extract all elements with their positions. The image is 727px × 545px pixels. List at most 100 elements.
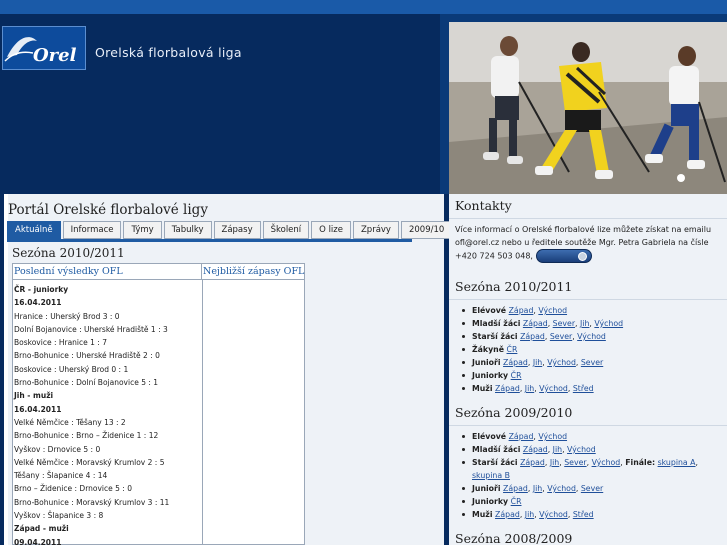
- region-link[interactable]: Sever: [553, 319, 575, 328]
- region-link[interactable]: Východ: [567, 445, 596, 454]
- contact-text: Více informací o Orelské florbalové lize…: [455, 223, 725, 263]
- category-item: Juniorky ČR: [462, 495, 724, 508]
- region-link[interactable]: Východ: [592, 458, 621, 467]
- category-item: Elévové Západ, Východ: [462, 304, 724, 317]
- region-link[interactable]: Střed: [573, 510, 594, 519]
- region-link[interactable]: Západ: [495, 384, 520, 393]
- region-link[interactable]: Jih: [580, 319, 589, 328]
- region-link[interactable]: Jih: [525, 510, 534, 519]
- region-link[interactable]: Sever: [581, 358, 603, 367]
- category-label: Muži: [472, 384, 493, 393]
- region-link[interactable]: Západ: [503, 484, 528, 493]
- region-link[interactable]: Západ: [520, 332, 545, 341]
- tab-tymy[interactable]: Týmy: [123, 221, 162, 239]
- email-button[interactable]: [535, 249, 592, 263]
- results-list: ČR - juniorky 16.04.2011 Hranice : Uhers…: [14, 283, 201, 545]
- page-title: Portál Orelské florbalové ligy: [8, 202, 208, 218]
- region-link[interactable]: Východ: [594, 319, 623, 328]
- region-link[interactable]: Jih: [550, 458, 559, 467]
- tab-zpravy[interactable]: Zprávy: [352, 221, 399, 239]
- region-link[interactable]: Sever: [581, 484, 603, 493]
- category-label: Žákyně: [472, 345, 505, 354]
- region-link[interactable]: Západ: [523, 319, 548, 328]
- category-label: Starší žáci: [472, 458, 518, 467]
- category-item: Muži Západ, Jih, Východ, Střed: [462, 382, 724, 395]
- region-link[interactable]: Sever: [564, 458, 586, 467]
- final-label: Finále:: [625, 458, 656, 467]
- region-link[interactable]: Jih: [533, 358, 542, 367]
- category-item: Juniorky ČR: [462, 369, 724, 382]
- category-label: Juniorky: [472, 371, 509, 380]
- floorball-photo: [449, 22, 727, 194]
- region-link[interactable]: Sever: [550, 332, 572, 341]
- result-row: Boskovice : Uherský Brod 0 : 1: [14, 364, 129, 374]
- recent-results-header[interactable]: Poslední výsledky OFL: [13, 264, 202, 280]
- region-link[interactable]: Východ: [577, 332, 606, 341]
- nav-tabs: Aktuálně Informace Týmy Tabulky Zápasy Š…: [7, 221, 454, 239]
- upcoming-matches-header[interactable]: Nejbližší zápasy OFL: [202, 264, 305, 280]
- contacts-title: Kontakty: [455, 198, 512, 213]
- result-row: Brno-Bohunice : Dolní Bojanovice 5 : 1: [14, 378, 159, 388]
- result-row: Těšany : Šlapanice 4 : 14: [14, 471, 108, 481]
- region-link[interactable]: Východ: [547, 358, 576, 367]
- region-link[interactable]: ČR: [511, 497, 522, 506]
- region-link[interactable]: Střed: [573, 384, 594, 393]
- result-row: 09.04.2011: [14, 537, 62, 545]
- sidebar-divider: [449, 299, 727, 300]
- region-link[interactable]: Západ: [523, 445, 548, 454]
- tab-o-lize[interactable]: O lize: [311, 221, 351, 239]
- region-link[interactable]: Východ: [547, 484, 576, 493]
- top-bar: [0, 0, 727, 14]
- result-row: Západ - muži: [14, 524, 69, 534]
- sidebar-divider: [449, 218, 727, 219]
- region-link[interactable]: ČR: [507, 345, 518, 354]
- category-label: Junioři: [472, 484, 501, 493]
- category-label: Junioři: [472, 358, 501, 367]
- category-item: Mladší žáci Západ, Sever, Jih, Východ: [462, 317, 724, 330]
- result-row: Boskovice : Hranice 1 : 7: [14, 338, 107, 348]
- region-link[interactable]: Západ: [520, 458, 545, 467]
- category-item: Starší žáci Západ, Sever, Východ: [462, 330, 724, 343]
- category-label: Elévové: [472, 306, 507, 315]
- tab-zapasy[interactable]: Zápasy: [213, 221, 261, 239]
- region-link[interactable]: Východ: [539, 384, 568, 393]
- group-link[interactable]: skupina B: [472, 471, 510, 480]
- category-label: Muži: [472, 510, 493, 519]
- group-link[interactable]: skupina A: [658, 458, 696, 467]
- result-row: Velké Němčice : Těšany 13 : 2: [14, 417, 126, 427]
- region-link[interactable]: Jih: [525, 384, 534, 393]
- category-item: Junioři Západ, Jih, Východ, Sever: [462, 482, 724, 495]
- result-row: Brno-Bohunice : Uherské Hradiště 2 : 0: [14, 351, 160, 361]
- mail-icon: [577, 252, 587, 261]
- region-link[interactable]: Jih: [533, 484, 542, 493]
- tab-aktualne[interactable]: Aktuálně: [7, 221, 61, 239]
- result-row: Brno-Bohunice : Brno – Židenice 1 : 12: [14, 431, 159, 441]
- result-row: 16.04.2011: [14, 298, 62, 308]
- tab-informace[interactable]: Informace: [62, 221, 122, 239]
- result-row: Vyškov : Šlapanice 3 : 8: [14, 511, 104, 521]
- region-link[interactable]: Východ: [538, 306, 567, 315]
- result-row: Brno-Bohunice : Moravský Krumlov 3 : 11: [14, 497, 170, 507]
- region-link[interactable]: Východ: [538, 432, 567, 441]
- orel-logo[interactable]: Orel: [2, 26, 86, 70]
- region-link[interactable]: Východ: [539, 510, 568, 519]
- category-item: Mladší žáci Západ, Jih, Východ: [462, 443, 724, 456]
- region-link[interactable]: Západ: [509, 306, 534, 315]
- results-table: Poslední výsledky OFL Nejbližší zápasy O…: [12, 263, 305, 545]
- result-row: ČR - juniorky: [14, 285, 69, 294]
- season-2009-2010-list: Elévové Západ, Východ Mladší žáci Západ, …: [462, 430, 724, 521]
- category-label: Mladší žáci: [472, 319, 521, 328]
- category-label: Mladší žáci: [472, 445, 521, 454]
- region-link[interactable]: Západ: [509, 432, 534, 441]
- tab-skoleni[interactable]: Školení: [262, 221, 310, 239]
- tab-tabulky[interactable]: Tabulky: [163, 221, 212, 239]
- result-row: Velké Němčice : Moravský Krumlov 2 : 5: [14, 457, 165, 467]
- category-item: Muži Západ, Jih, Východ, Střed: [462, 508, 724, 521]
- region-link[interactable]: ČR: [511, 371, 522, 380]
- result-row: Brno – Židenice : Drnovice 5 : 0: [14, 484, 132, 494]
- region-link[interactable]: Západ: [495, 510, 520, 519]
- region-link[interactable]: Západ: [503, 358, 528, 367]
- tab-2009-10[interactable]: 2009/10: [400, 221, 453, 239]
- season-2010-2011-title: Sezóna 2010/2011: [455, 279, 573, 294]
- region-link[interactable]: Jih: [553, 445, 562, 454]
